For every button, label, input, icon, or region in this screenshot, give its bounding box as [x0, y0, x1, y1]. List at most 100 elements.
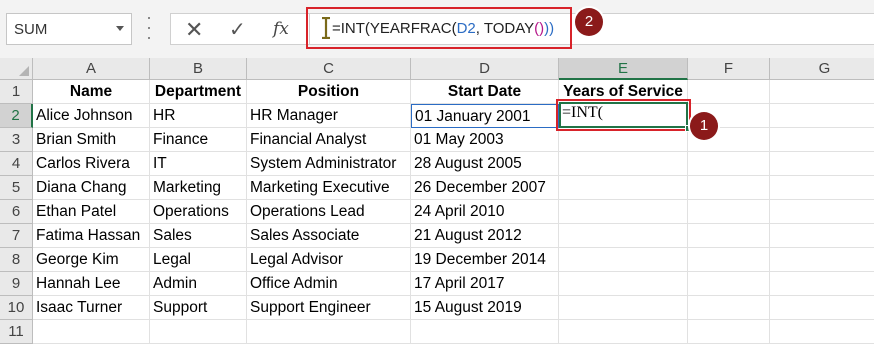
cell-d4[interactable]: 28 August 2005 [411, 152, 559, 176]
cell-d11[interactable] [411, 320, 559, 344]
cancel-icon[interactable]: ✕ [185, 17, 203, 43]
row-header-3[interactable]: 3 [0, 128, 33, 152]
column-header-e[interactable]: E [559, 58, 688, 80]
cell-e4[interactable] [559, 152, 688, 176]
chevron-down-icon[interactable] [116, 26, 124, 31]
cell-a9[interactable]: Hannah Lee [33, 272, 150, 296]
column-header-b[interactable]: B [150, 58, 247, 80]
cell-c8[interactable]: Legal Advisor [247, 248, 411, 272]
enter-icon[interactable]: ✓ [229, 17, 246, 42]
cell-b1[interactable]: Department [150, 80, 247, 104]
cell-a4[interactable]: Carlos Rivera [33, 152, 150, 176]
name-box[interactable]: SUM [6, 13, 132, 45]
cell-b2[interactable]: HR [150, 104, 247, 128]
cell-e11[interactable] [559, 320, 688, 344]
cell-g4[interactable] [770, 152, 874, 176]
row-header-8[interactable]: 8 [0, 248, 33, 272]
row-header-11[interactable]: 11 [0, 320, 33, 344]
cell-g5[interactable] [770, 176, 874, 200]
cell-a11[interactable] [33, 320, 150, 344]
column-header-a[interactable]: A [33, 58, 150, 80]
row-header-4[interactable]: 4 [0, 152, 33, 176]
cell-f5[interactable] [688, 176, 770, 200]
cell-c5[interactable]: Marketing Executive [247, 176, 411, 200]
cell-g7[interactable] [770, 224, 874, 248]
cell-a5[interactable]: Diana Chang [33, 176, 150, 200]
cell-g1[interactable] [770, 80, 874, 104]
fx-icon[interactable]: fx [273, 19, 289, 39]
cell-a2[interactable]: Alice Johnson [33, 104, 150, 128]
row-header-7[interactable]: 7 [0, 224, 33, 248]
column-header-c[interactable]: C [247, 58, 411, 80]
cell-f11[interactable] [688, 320, 770, 344]
cell-f6[interactable] [688, 200, 770, 224]
cell-e3[interactable] [559, 128, 688, 152]
cell-e8[interactable] [559, 248, 688, 272]
cell-c7[interactable]: Sales Associate [247, 224, 411, 248]
row-header-2[interactable]: 2 [0, 104, 33, 128]
cell-f1[interactable] [688, 80, 770, 104]
cell-g8[interactable] [770, 248, 874, 272]
cell-g11[interactable] [770, 320, 874, 344]
cell-d7[interactable]: 21 August 2012 [411, 224, 559, 248]
cell-e10[interactable] [559, 296, 688, 320]
cell-b9[interactable]: Admin [150, 272, 247, 296]
cell-f10[interactable] [688, 296, 770, 320]
cell-d8[interactable]: 19 December 2014 [411, 248, 559, 272]
cell-a3[interactable]: Brian Smith [33, 128, 150, 152]
cell-b3[interactable]: Finance [150, 128, 247, 152]
cell-c11[interactable] [247, 320, 411, 344]
cell-f7[interactable] [688, 224, 770, 248]
cell-g9[interactable] [770, 272, 874, 296]
cell-c10[interactable]: Support Engineer [247, 296, 411, 320]
cell-g2[interactable] [770, 104, 874, 128]
cell-c4[interactable]: System Administrator [247, 152, 411, 176]
cell-c1[interactable]: Position [247, 80, 411, 104]
drag-handle-icon[interactable] [148, 17, 151, 39]
cell-c6[interactable]: Operations Lead [247, 200, 411, 224]
callout-badge-1: 1 [690, 112, 718, 140]
cell-a8[interactable]: George Kim [33, 248, 150, 272]
cell-f9[interactable] [688, 272, 770, 296]
cell-e7[interactable] [559, 224, 688, 248]
select-all-button[interactable] [0, 58, 33, 80]
row-header-6[interactable]: 6 [0, 200, 33, 224]
cell-d10[interactable]: 15 August 2019 [411, 296, 559, 320]
cell-e9[interactable] [559, 272, 688, 296]
column-header-g[interactable]: G [770, 58, 874, 80]
column-header-d[interactable]: D [411, 58, 559, 80]
cell-a10[interactable]: Isaac Turner [33, 296, 150, 320]
cell-c2[interactable]: HR Manager [247, 104, 411, 128]
cell-b5[interactable]: Marketing [150, 176, 247, 200]
cell-a6[interactable]: Ethan Patel [33, 200, 150, 224]
cell-c3[interactable]: Financial Analyst [247, 128, 411, 152]
cell-a7[interactable]: Fatima Hassan [33, 224, 150, 248]
cell-d6[interactable]: 24 April 2010 [411, 200, 559, 224]
cell-b4[interactable]: IT [150, 152, 247, 176]
cell-f8[interactable] [688, 248, 770, 272]
cell-a1[interactable]: Name [33, 80, 150, 104]
column-header-f[interactable]: F [688, 58, 770, 80]
row-header-9[interactable]: 9 [0, 272, 33, 296]
cell-b6[interactable]: Operations [150, 200, 247, 224]
cell-g10[interactable] [770, 296, 874, 320]
row-header-10[interactable]: 10 [0, 296, 33, 320]
cell-d2[interactable]: 01 January 2001 [411, 104, 559, 128]
cell-c9[interactable]: Office Admin [247, 272, 411, 296]
cell-d3[interactable]: 01 May 2003 [411, 128, 559, 152]
cell-b10[interactable]: Support [150, 296, 247, 320]
cell-b11[interactable] [150, 320, 247, 344]
active-cell-content[interactable]: =INT( [562, 104, 603, 122]
cell-b8[interactable]: Legal [150, 248, 247, 272]
cell-e6[interactable] [559, 200, 688, 224]
cell-g3[interactable] [770, 128, 874, 152]
cell-e5[interactable] [559, 176, 688, 200]
row-header-1[interactable]: 1 [0, 80, 33, 104]
cell-d5[interactable]: 26 December 2007 [411, 176, 559, 200]
cell-f4[interactable] [688, 152, 770, 176]
cell-d1[interactable]: Start Date [411, 80, 559, 104]
cell-b7[interactable]: Sales [150, 224, 247, 248]
cell-g6[interactable] [770, 200, 874, 224]
row-header-5[interactable]: 5 [0, 176, 33, 200]
cell-d9[interactable]: 17 April 2017 [411, 272, 559, 296]
